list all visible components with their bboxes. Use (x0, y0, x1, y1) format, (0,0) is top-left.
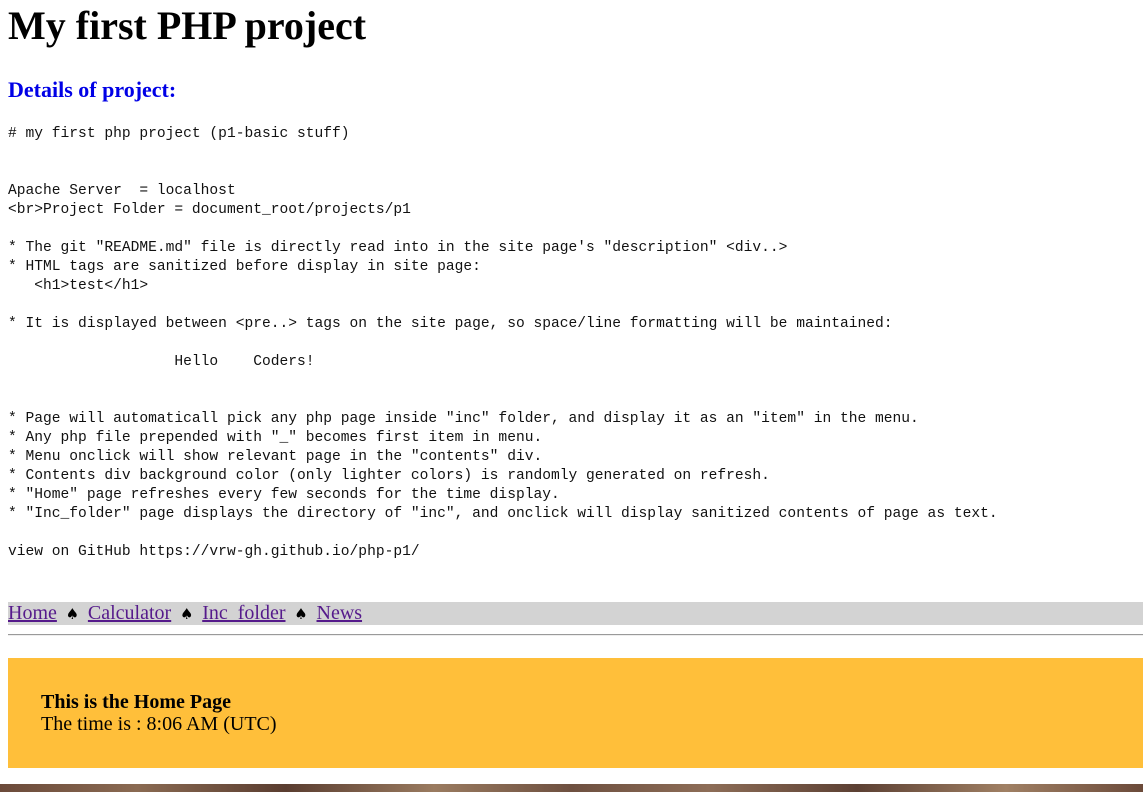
project-description: # my first php project (p1-basic stuff) A… (8, 125, 998, 562)
spade-icon: ♠ (294, 605, 308, 623)
description-line: * HTML tags are sanitized before display… (8, 259, 481, 275)
description-line (8, 144, 998, 163)
spade-icon: ♠ (179, 605, 194, 623)
description-line: * "Home" page refreshes every few second… (8, 487, 560, 503)
description-line (8, 524, 998, 543)
description-line: <br>Project Folder = document_root/proje… (8, 202, 411, 218)
description-line (8, 391, 998, 410)
description-line: * Page will automaticall pick any php pa… (8, 411, 919, 427)
desktop-background-strip (0, 784, 1143, 792)
description-line: * "Inc_folder" page displays the directo… (8, 506, 998, 522)
contents-panel: This is the Home Page The time is : 8:06… (8, 658, 1143, 768)
page-title: My first PHP project (8, 3, 367, 48)
spade-icon: ♠ (65, 605, 80, 623)
description-line (8, 372, 998, 391)
description-line: * Contents div background color (only li… (8, 468, 770, 484)
description-line (8, 220, 998, 239)
menu-item-inc-folder[interactable]: Inc_folder (202, 602, 285, 624)
menu-bar: Home ♠ Calculator ♠ Inc_folder ♠ News (8, 602, 1143, 625)
description-line: Apache Server = localhost (8, 183, 236, 199)
description-line: # my first php project (p1-basic stuff) (8, 126, 350, 142)
description-line: * It is displayed between <pre..> tags o… (8, 316, 893, 332)
description-line: * Menu onclick will show relevant page i… (8, 449, 543, 465)
menu-item-news[interactable]: News (317, 602, 363, 624)
description-line (8, 334, 998, 353)
description-line: Hello Coders! (8, 354, 315, 370)
description-line (8, 163, 998, 182)
menu-item-home[interactable]: Home (8, 602, 57, 624)
home-page-heading: This is the Home Page (41, 691, 231, 713)
menu-item-calculator[interactable]: Calculator (88, 602, 171, 624)
horizontal-divider (8, 634, 1143, 636)
description-line: * The git "README.md" file is directly r… (8, 240, 788, 256)
description-line: view on GitHub https://vrw-gh.github.io/… (8, 544, 420, 560)
description-line: * Any php file prepended with "_" become… (8, 430, 543, 446)
page-container: My first PHP project Details of project:… (0, 0, 1143, 786)
time-display: The time is : 8:06 AM (UTC) (41, 713, 277, 735)
description-line (8, 296, 998, 315)
description-line: <h1>test</h1> (8, 278, 149, 294)
details-heading: Details of project: (8, 77, 177, 102)
